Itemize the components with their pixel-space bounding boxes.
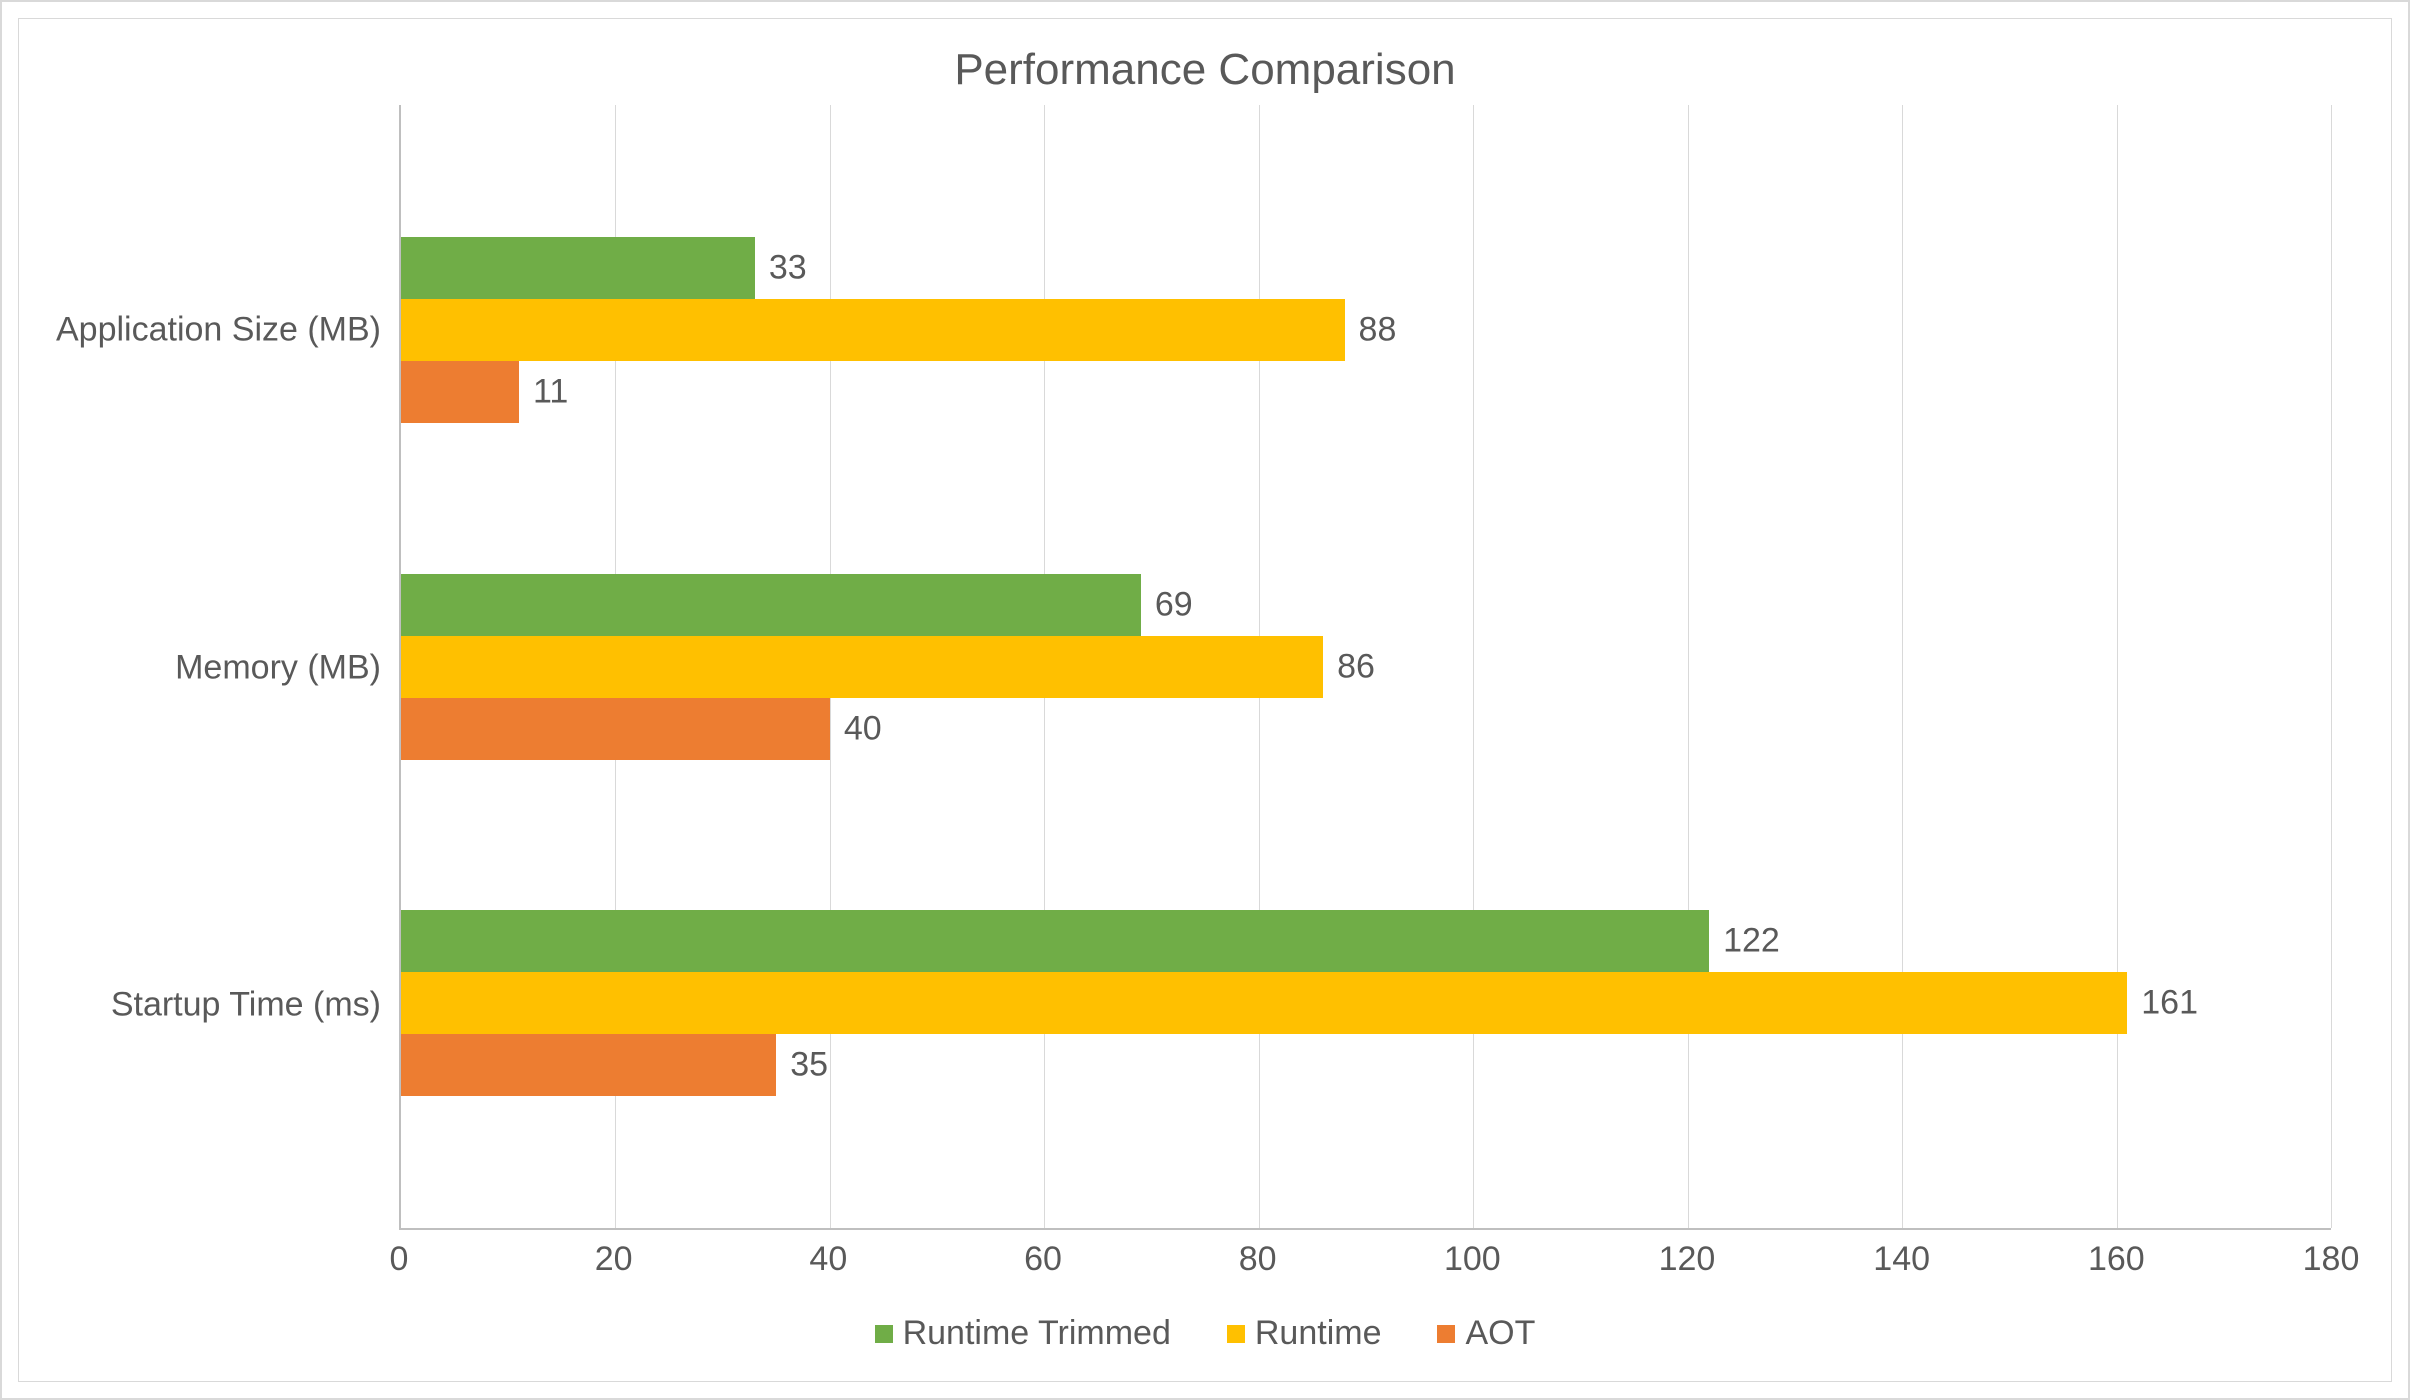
data-label: 122 (1709, 922, 1780, 961)
bar (401, 1034, 776, 1096)
legend-label: Runtime (1255, 1314, 1382, 1353)
legend: Runtime Trimmed Runtime AOT (19, 1300, 2391, 1381)
x-tick: 120 (1659, 1240, 1716, 1279)
data-label: 11 (519, 372, 568, 411)
bar (401, 698, 830, 760)
x-tick: 0 (390, 1240, 409, 1279)
bar (401, 972, 2127, 1034)
legend-swatch (875, 1325, 893, 1343)
data-label: 35 (776, 1046, 828, 1085)
gridline (1473, 105, 1474, 1228)
data-label: 40 (830, 709, 882, 748)
gridline (1902, 105, 1903, 1228)
data-label: 161 (2127, 984, 2198, 1023)
x-axis-spacer (19, 1230, 399, 1300)
x-tick: 180 (2303, 1240, 2360, 1279)
x-tick: 20 (595, 1240, 633, 1279)
legend-item: Runtime (1227, 1314, 1382, 1353)
gridline (1688, 105, 1689, 1228)
y-axis: Startup Time (ms) Memory (MB) Application … (19, 105, 399, 1230)
x-tick: 40 (809, 1240, 847, 1279)
bar (401, 636, 1323, 698)
bar (401, 299, 1345, 361)
chart-inner: Performance Comparison Startup Time (ms)… (18, 18, 2392, 1382)
data-label: 86 (1323, 647, 1375, 686)
category-label: Application Size (MB) (56, 311, 381, 350)
data-label: 69 (1141, 585, 1193, 624)
chart-title: Performance Comparison (19, 19, 2391, 105)
plot-row: Startup Time (ms) Memory (MB) Application … (19, 105, 2391, 1230)
gridline (2331, 105, 2332, 1228)
plot-area: 122 161 35 69 86 40 33 88 11 (399, 105, 2331, 1230)
bar (401, 910, 1709, 972)
data-label: 88 (1345, 310, 1397, 349)
x-axis: 0 20 40 60 80 100 120 140 160 180 (19, 1230, 2391, 1300)
chart-container: Performance Comparison Startup Time (ms)… (0, 0, 2410, 1400)
x-tick: 160 (2088, 1240, 2145, 1279)
legend-swatch (1437, 1325, 1455, 1343)
data-label: 33 (755, 248, 807, 287)
x-tick: 80 (1239, 1240, 1277, 1279)
x-tick: 140 (1873, 1240, 1930, 1279)
gridline (2117, 105, 2118, 1228)
legend-swatch (1227, 1325, 1245, 1343)
x-tick: 60 (1024, 1240, 1062, 1279)
bar (401, 237, 755, 299)
category-label: Startup Time (ms) (111, 986, 381, 1025)
legend-label: Runtime Trimmed (903, 1314, 1171, 1353)
bar (401, 361, 519, 423)
legend-item: Runtime Trimmed (875, 1314, 1171, 1353)
x-axis-ticks: 020406080100120140160180 (399, 1230, 2331, 1300)
x-tick: 100 (1444, 1240, 1501, 1279)
legend-label: AOT (1465, 1314, 1535, 1353)
category-label: Memory (MB) (175, 648, 381, 687)
bar (401, 574, 1141, 636)
legend-item: AOT (1437, 1314, 1535, 1353)
